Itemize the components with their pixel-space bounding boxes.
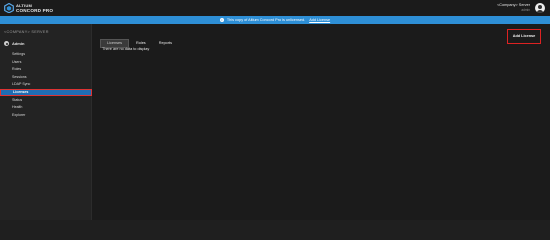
username: admin	[521, 8, 530, 12]
banner-message: This copy of Altium Concord Pro is unlic…	[226, 18, 306, 22]
sidebar-item-ldap-sync[interactable]: LDAP Sync	[0, 81, 92, 88]
banner-add-license-link[interactable]: Add License	[309, 18, 330, 22]
sidebar-item-explorer[interactable]: Explorer	[0, 112, 92, 119]
avatar-body	[537, 9, 543, 13]
server-name: <Company> Server	[497, 3, 530, 7]
main-content: Licenses Roles Reports Add License There a…	[92, 24, 550, 220]
brand-name: ALTIUM CONCORD PRO	[16, 3, 53, 13]
sidebar-item-sessions[interactable]: Sessions	[0, 74, 92, 81]
sidebar-item-users[interactable]: Users	[0, 59, 92, 66]
tab-bar: Licenses Roles Reports	[100, 31, 179, 48]
empty-state-text: There are no data to display	[102, 47, 150, 51]
brand-bottom: CONCORD PRO	[16, 8, 54, 13]
avatar-head	[538, 5, 542, 9]
info-icon: i	[219, 18, 224, 22]
sidebar-item-status[interactable]: Status	[0, 97, 92, 104]
sidebar-item-settings[interactable]: Settings	[0, 51, 92, 58]
sidebar-server-title: <COMPANY> SERVER	[4, 30, 49, 34]
altium-logo-icon[interactable]	[4, 3, 14, 13]
sidebar-section-label: Admin	[11, 41, 25, 46]
sidebar-item-roles[interactable]: Roles	[0, 66, 92, 73]
top-bar: ALTIUM CONCORD PRO <Company> Server admi…	[0, 0, 550, 16]
user-avatar-icon[interactable]	[535, 3, 545, 13]
sidebar-section-admin[interactable]: Admin	[4, 41, 24, 47]
sidebar-item-health[interactable]: Health	[0, 104, 92, 111]
gear-icon	[4, 41, 9, 47]
license-banner: i This copy of Altium Concord Pro is unl…	[0, 16, 550, 24]
add-license-button[interactable]: Add License	[507, 29, 541, 44]
tab-reports[interactable]: Reports	[153, 39, 178, 48]
sidebar-item-licenses[interactable]: Licenses	[0, 89, 92, 96]
sidebar: <COMPANY> SERVER Admin Settings Users Role…	[0, 24, 92, 220]
